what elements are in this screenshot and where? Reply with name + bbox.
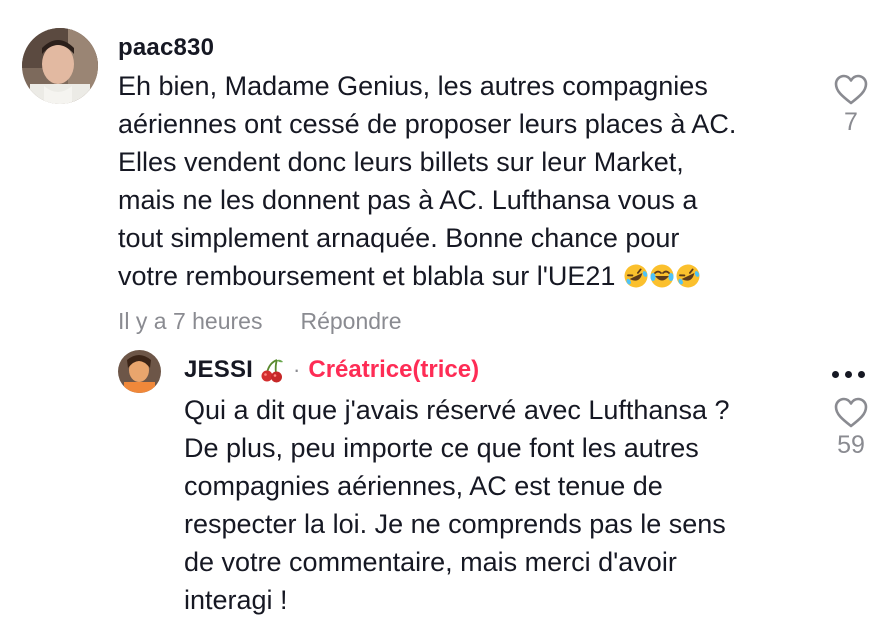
reply-like-count: 59 [837, 431, 865, 459]
name-separator: · [293, 357, 301, 382]
comment-line: Eh bien, Madame Genius, les autres compa… [118, 71, 708, 101]
reply-line: compagnies aériennes, AC est tenue de [184, 471, 663, 501]
reply-button[interactable]: Répondre [300, 308, 401, 335]
comment-like-count: 7 [844, 108, 858, 136]
comment-line: tout simplement arnaquée. Bonne chance p… [118, 223, 680, 253]
creator-badge: Créatrice(trice) [308, 356, 480, 383]
comment-line-last: votre remboursement et blabla sur l'UE21 [118, 257, 736, 295]
reply-line: De plus, peu importe ce que font les aut… [184, 433, 699, 463]
reply-like[interactable]: 59 [821, 397, 881, 460]
reply-body: Qui a dit que j'avais réservé avec Lufth… [184, 391, 729, 619]
reply-line: Qui a dit que j'avais réservé avec Lufth… [184, 395, 730, 425]
cherries-icon [261, 359, 284, 383]
more-dots-icon[interactable] [845, 371, 852, 378]
heart-outline-icon[interactable] [834, 397, 868, 429]
more-dots-icon[interactable] [832, 371, 839, 378]
replier-avatar[interactable] [118, 350, 161, 393]
more-options-button[interactable] [832, 371, 865, 378]
comment-line-text: votre remboursement et blabla sur l'UE21 [118, 261, 616, 291]
heart-outline-icon[interactable] [834, 74, 868, 106]
commenter-username[interactable]: paac830 [118, 34, 214, 62]
reply-line: interagi ! [184, 585, 288, 615]
more-dots-icon[interactable] [858, 371, 865, 378]
comment-meta: Il y a 7 heures Répondre [118, 308, 402, 335]
rolling-on-floor-laughing-emoji [676, 264, 700, 288]
comment-line: mais ne les donnent pas à AC. Lufthansa … [118, 185, 698, 215]
comment-line: aériennes ont cessé de proposer leurs pl… [118, 109, 737, 139]
reply-line: respecter la loi. Je ne comprends pas le… [184, 509, 726, 539]
reply-line: de votre commentaire, mais merci d'avoir [184, 547, 677, 577]
comment-line: Elles vendent donc leurs billets sur leu… [118, 147, 684, 177]
comment-body: Eh bien, Madame Genius, les autres compa… [118, 67, 736, 295]
rolling-on-floor-laughing-emoji [624, 264, 648, 288]
comment-timestamp: Il y a 7 heures [118, 308, 263, 334]
comment-like[interactable]: 7 [821, 74, 881, 137]
replier-username[interactable]: JESSI [184, 356, 253, 384]
replier-name-row: JESSI · Créatrice(trice) [184, 356, 479, 384]
face-with-tears-of-joy-emoji [650, 264, 674, 288]
commenter-avatar[interactable] [22, 28, 98, 104]
